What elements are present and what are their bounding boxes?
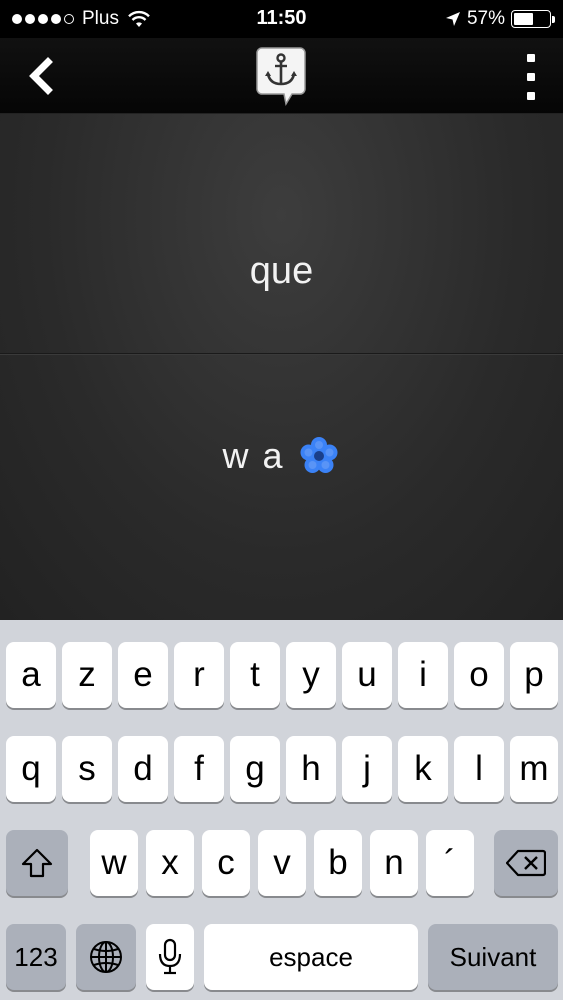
key[interactable]: s [62,736,112,802]
anchor-icon [256,47,306,107]
key[interactable]: w [90,830,138,896]
key[interactable]: z [62,642,112,708]
location-arrow-icon [445,12,460,26]
more-options-button[interactable] [521,50,541,104]
delete-key[interactable] [494,830,558,896]
space-key[interactable]: espace [204,924,418,990]
backspace-icon [506,849,546,877]
key[interactable]: u [342,642,392,708]
key[interactable]: l [454,736,504,802]
key[interactable]: g [230,736,280,802]
answer-input-area[interactable]: w a [0,434,563,478]
status-right: 57% [445,8,555,30]
shift-key[interactable] [6,830,68,896]
key[interactable]: t [230,642,280,708]
globe-key[interactable] [76,924,136,990]
microphone-key[interactable] [146,924,194,990]
key[interactable]: k [398,736,448,802]
battery-icon [511,10,555,28]
numbers-key[interactable]: 123 [6,924,66,990]
key[interactable]: x [146,830,194,896]
battery-percent: 57% [466,8,505,29]
vertical-dots-icon [527,54,535,62]
key[interactable]: p [510,642,558,708]
key[interactable]: y [286,642,336,708]
app-logo[interactable] [256,46,306,108]
flower-spinner-icon [300,437,338,473]
key[interactable]: n [370,830,418,896]
prompt-panel: que [0,114,563,355]
microphone-icon [158,938,182,975]
prompt-word: que [249,250,314,292]
vertical-dots-icon [527,92,535,100]
key[interactable]: v [258,830,306,896]
navigation-bar [0,38,563,114]
key[interactable]: i [398,642,448,708]
back-button[interactable] [22,56,62,96]
globe-icon [90,941,122,973]
key[interactable]: m [510,736,558,802]
keyboard: a z e r t y u i o p q s d f g h j k l m … [0,620,563,1000]
key[interactable]: r [174,642,224,708]
flashcard: que w a [0,114,563,620]
shift-icon [21,848,53,878]
chevron-left-icon [29,57,53,95]
battery-fill [514,13,534,25]
answer-text: w a [222,435,285,476]
key[interactable]: f [174,736,224,802]
next-key[interactable]: Suivant [428,924,558,990]
key[interactable]: h [286,736,336,802]
key[interactable]: e [118,642,168,708]
status-bar: Plus 11:50 57% [0,0,563,38]
battery-cap [552,16,555,23]
key[interactable]: o [454,642,504,708]
key[interactable]: c [202,830,250,896]
key[interactable]: q [6,736,56,802]
vertical-dots-icon [527,73,535,81]
key[interactable]: j [342,736,392,802]
key[interactable]: d [118,736,168,802]
key[interactable]: a [6,642,56,708]
key[interactable]: b [314,830,362,896]
accent-key[interactable]: ´ [426,830,474,896]
